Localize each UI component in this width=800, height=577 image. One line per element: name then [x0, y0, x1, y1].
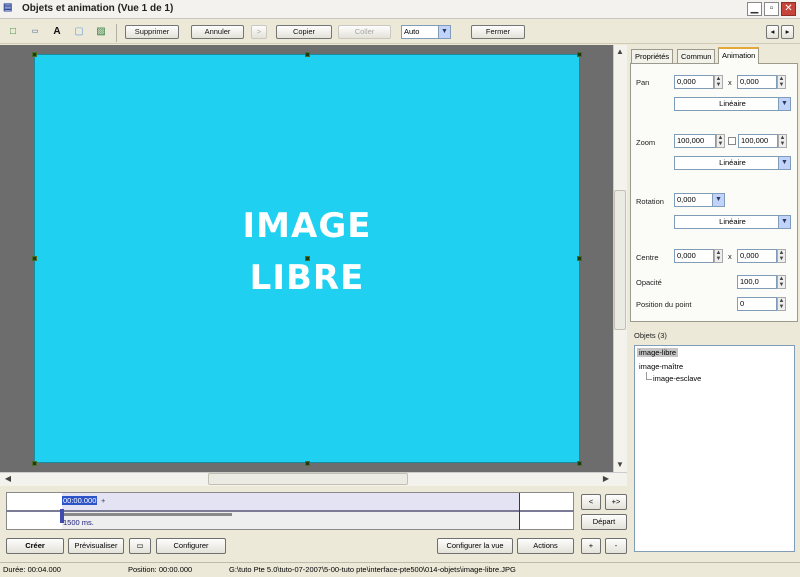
chevron-down-icon[interactable]: ▼ — [778, 157, 790, 169]
timeline-track-top — [62, 493, 520, 511]
nav-left-button[interactable]: ◂ — [766, 25, 779, 39]
tree-connector — [646, 379, 652, 380]
zoom-y-spinner[interactable]: ▲ ▼ — [778, 134, 787, 148]
tab-properties[interactable]: Propriétés — [631, 49, 674, 63]
tab-common[interactable]: Commun — [677, 49, 716, 63]
toolbar-separator — [116, 24, 117, 42]
close-icon[interactable]: ✕ — [781, 2, 796, 16]
status-position: Position: 00:00.000 — [128, 565, 193, 574]
center-separator: x — [728, 252, 732, 261]
zoom-y-input[interactable]: 100,000 — [738, 134, 778, 148]
timeline-end-line — [519, 493, 520, 530]
tab-animation[interactable]: Animation — [718, 47, 760, 64]
button-tool-icon[interactable]: ▭ — [28, 25, 42, 39]
next-keyframe-button[interactable]: +> — [605, 494, 627, 510]
window-title: Objets et animation (Vue 1 de 1) — [22, 3, 174, 14]
resize-handle[interactable] — [32, 52, 37, 57]
forward-button[interactable]: > — [251, 25, 267, 39]
resize-handle[interactable] — [577, 52, 582, 57]
chevron-down-icon[interactable]: ▼ — [778, 216, 790, 228]
point-position-spinner[interactable]: ▲ ▼ — [777, 297, 786, 311]
pan-mode-select[interactable]: Linéaire — [674, 97, 791, 111]
resize-handle[interactable] — [577, 256, 582, 261]
scroll-up-icon[interactable]: ▲ — [614, 46, 626, 58]
resize-handle[interactable] — [305, 461, 310, 466]
app-icon: ▤ — [3, 2, 13, 13]
timeline-time-suffix: + — [101, 496, 106, 505]
opacity-input[interactable]: 100,0 — [737, 275, 777, 289]
pan-x-input[interactable]: 0,000 — [674, 75, 714, 89]
tree-item-image-libre[interactable]: image-libre — [637, 348, 679, 357]
horizontal-scroll-thumb[interactable] — [208, 473, 408, 485]
center-label: Centre — [636, 253, 659, 262]
close-button[interactable]: Fermer — [471, 25, 525, 39]
zoom-link-checkbox[interactable] — [728, 137, 736, 145]
prev-keyframe-button[interactable]: < — [581, 494, 601, 510]
point-position-label: Position du point — [636, 300, 692, 309]
maximize-icon[interactable]: ▫ — [764, 2, 779, 16]
tree-item-image-maitre[interactable]: image-maître — [637, 362, 685, 371]
chevron-down-icon[interactable]: ▼ — [778, 98, 790, 110]
timeline-divider — [6, 510, 574, 512]
rotation-mode-select[interactable]: Linéaire — [674, 215, 791, 229]
nav-right-button[interactable]: ▸ — [781, 25, 794, 39]
center-x-input[interactable]: 0,000 — [674, 249, 714, 263]
pan-separator: x — [728, 78, 732, 87]
objects-title: Objets (3) — [634, 331, 667, 340]
vertical-scroll-thumb[interactable] — [614, 190, 626, 330]
pan-label: Pan — [636, 78, 650, 87]
actions-button[interactable]: Actions — [517, 538, 574, 554]
center-x-spinner[interactable]: ▲ ▼ — [714, 249, 723, 263]
remove-keyframe-button[interactable]: - — [605, 538, 627, 554]
center-y-input[interactable]: 0,000 — [737, 249, 777, 263]
rectangle-tool-icon[interactable]: □ — [6, 25, 20, 39]
zoom-select-value: Auto — [404, 27, 420, 36]
center-y-spinner[interactable]: ▲ ▼ — [777, 249, 786, 263]
pan-y-spinner[interactable]: ▲ ▼ — [777, 75, 786, 89]
zoom-label: Zoom — [636, 138, 656, 147]
resize-handle[interactable] — [32, 461, 37, 466]
rotation-label: Rotation — [636, 197, 664, 206]
delete-button[interactable]: Supprimer — [125, 25, 179, 39]
scroll-left-icon[interactable]: ◀ — [2, 473, 14, 485]
resize-handle[interactable] — [577, 461, 582, 466]
text-tool-icon[interactable]: A — [50, 25, 64, 39]
opacity-label: Opacité — [636, 278, 662, 287]
zoom-x-input[interactable]: 100,000 — [674, 134, 716, 148]
timeline-duration-label: 1500 ms. — [63, 518, 94, 527]
create-button[interactable]: Créer — [6, 538, 64, 554]
minimize-icon[interactable]: ▁ — [747, 2, 762, 16]
image-tool-icon[interactable]: ▨ — [94, 25, 108, 39]
screen-icon[interactable]: ▭ — [129, 538, 151, 554]
pan-y-input[interactable]: 0,000 — [737, 75, 777, 89]
center-handle[interactable] — [305, 256, 310, 261]
chevron-down-icon[interactable]: ▼ — [438, 26, 450, 38]
chevron-down-icon[interactable]: ▼ — [712, 194, 724, 206]
scroll-right-icon[interactable]: ▶ — [600, 473, 612, 485]
add-keyframe-button[interactable]: + — [581, 538, 601, 554]
zoom-x-spinner[interactable]: ▲ ▼ — [716, 134, 725, 148]
scroll-down-icon[interactable]: ▼ — [614, 459, 626, 471]
pan-x-spinner[interactable]: ▲ ▼ — [714, 75, 723, 89]
paste-button[interactable]: Coller — [338, 25, 391, 39]
copy-button[interactable]: Copier — [276, 25, 332, 39]
configure-view-button[interactable]: Configurer la vue — [437, 538, 513, 554]
resize-handle[interactable] — [305, 52, 310, 57]
timeline-time-label: 00:00.000 — [62, 496, 98, 505]
toolbar — [0, 20, 800, 44]
status-file-path: G:\tuto Pte 5.0\tuto-07-2007\5-00-tuto p… — [229, 565, 516, 574]
point-position-input[interactable]: 0 — [737, 297, 777, 311]
resize-handle[interactable] — [32, 256, 37, 261]
tree-item-image-esclave[interactable]: image-esclave — [653, 374, 701, 383]
configure-button[interactable]: Configurer — [156, 538, 226, 554]
status-duration: Durée: 00:04.000 — [3, 565, 61, 574]
timeline-duration-bar — [62, 513, 232, 516]
image-object-text: IMAGE LIBRE — [242, 206, 372, 298]
start-button[interactable]: Départ — [581, 514, 627, 530]
frame-tool-icon[interactable]: ▢ — [72, 25, 86, 39]
zoom-mode-select[interactable]: Linéaire — [674, 156, 791, 170]
cancel-button[interactable]: Annuler — [191, 25, 244, 39]
preview-button[interactable]: Prévisualiser — [68, 538, 124, 554]
opacity-spinner[interactable]: ▲ ▼ — [777, 275, 786, 289]
